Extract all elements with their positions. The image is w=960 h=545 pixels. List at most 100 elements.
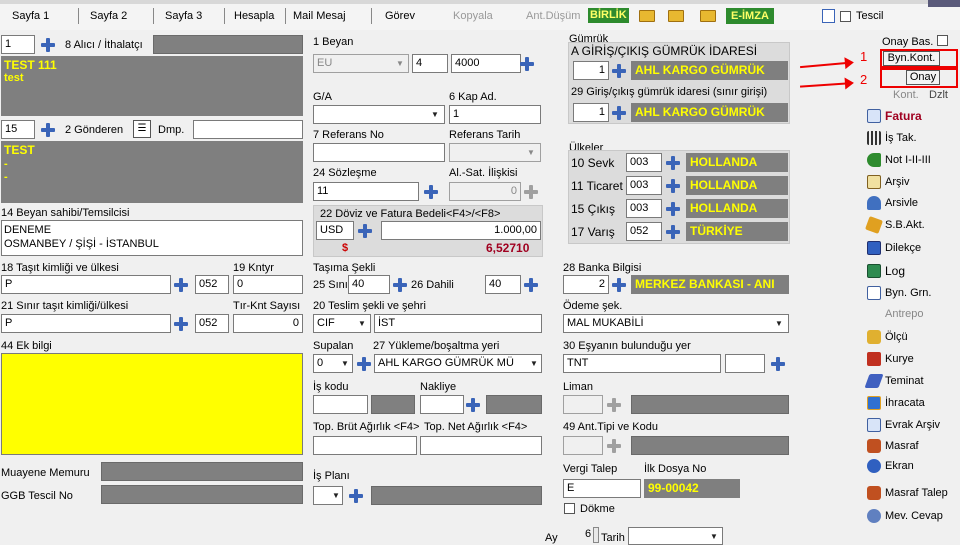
- esya-extra-input[interactable]: [725, 354, 765, 373]
- vergi-input[interactable]: E: [563, 479, 641, 498]
- varis-code-input[interactable]: 052: [626, 222, 662, 241]
- tir-input[interactable]: 0: [233, 314, 303, 333]
- sidebar-item-masraf-talep[interactable]: Masraf Talep: [867, 483, 960, 503]
- tarih-dropdown-icon[interactable]: ▼: [707, 528, 721, 545]
- ticaret-code-input[interactable]: 003: [626, 176, 662, 195]
- sidebar-item-antrepo[interactable]: Antrepo: [867, 304, 960, 324]
- net-input[interactable]: [420, 436, 542, 455]
- supalan-dropdown-icon[interactable]: ▼: [338, 355, 352, 372]
- is-plani-extra[interactable]: [371, 486, 542, 505]
- sidebar-item-dilekce[interactable]: Dilekçe: [867, 238, 960, 258]
- sinirdaki-add-icon[interactable]: [391, 276, 409, 293]
- cikis-add-icon[interactable]: [664, 200, 682, 217]
- sidebar-item-is-tak[interactable]: İş Tak.: [867, 128, 960, 148]
- dahili-input[interactable]: 40: [485, 275, 521, 294]
- yukleme-add-icon[interactable]: [355, 355, 373, 372]
- is-plani-dropdown-icon[interactable]: ▼: [329, 487, 343, 504]
- sidebar-item-evrak-arsiv[interactable]: Evrak Arşiv: [867, 415, 960, 435]
- tasit-add-icon[interactable]: [172, 276, 190, 293]
- is-plani-add-icon[interactable]: [347, 487, 365, 504]
- tab-sayfa-2[interactable]: Sayfa 2: [90, 5, 127, 27]
- odeme-dropdown-icon[interactable]: ▼: [772, 315, 786, 332]
- sinir-tasit-input[interactable]: P: [1, 314, 171, 333]
- beyan-code-input[interactable]: 4000: [451, 54, 521, 73]
- gonderen-list-icon[interactable]: ☰: [133, 120, 151, 138]
- sevk-code-input[interactable]: 003: [626, 153, 662, 172]
- tab-hesapla[interactable]: Hesapla: [234, 5, 274, 27]
- banka-add-icon[interactable]: [610, 276, 628, 293]
- gonderen-code-input[interactable]: 15: [1, 120, 35, 139]
- tasit-input[interactable]: P: [1, 275, 171, 294]
- alici-add-icon[interactable]: [39, 36, 57, 53]
- liman-extra[interactable]: [631, 395, 789, 414]
- gonderen-add-icon[interactable]: [39, 121, 57, 138]
- dmp-input[interactable]: [193, 120, 303, 139]
- sidebar-item-olcu[interactable]: Ölçü: [867, 327, 960, 347]
- giris29-code-input[interactable]: 1: [573, 103, 609, 122]
- varis-add-icon[interactable]: [664, 223, 682, 240]
- nakliye-input[interactable]: [420, 395, 464, 414]
- muayene-field[interactable]: [101, 462, 303, 481]
- birlik-button[interactable]: BİRLİK: [588, 8, 629, 23]
- tescil-checkbox[interactable]: [840, 11, 851, 22]
- giris29-add-icon[interactable]: [610, 104, 628, 121]
- ant-tipi-input[interactable]: [563, 436, 603, 455]
- sidebar-item-not[interactable]: Not I-II-III: [867, 150, 960, 170]
- tab-gorev[interactable]: Görev: [385, 5, 415, 27]
- nakliye-add-icon[interactable]: [464, 396, 482, 413]
- alici-code-input[interactable]: 1: [1, 35, 35, 54]
- al-sat-input[interactable]: 0: [449, 182, 521, 201]
- ant-tipi-add-icon[interactable]: [605, 437, 623, 454]
- sidebar-item-arsiv[interactable]: Arşiv: [867, 172, 960, 192]
- yukleme-select[interactable]: AHL KARGO GÜMRÜK MÜ: [374, 354, 542, 373]
- tab-sayfa-3[interactable]: Sayfa 3: [165, 5, 202, 27]
- banka-code-input[interactable]: 2: [563, 275, 609, 294]
- ga-dropdown-icon[interactable]: ▼: [428, 106, 442, 123]
- sozlesme-input[interactable]: 11: [313, 182, 419, 201]
- giris-code-input[interactable]: 1: [573, 61, 609, 80]
- e-imza-button[interactable]: E-İMZA: [726, 8, 774, 24]
- liman-add-icon[interactable]: [605, 396, 623, 413]
- nakliye-extra[interactable]: [486, 395, 542, 414]
- dahili-add-icon[interactable]: [522, 276, 540, 293]
- kap-input[interactable]: 1: [449, 105, 541, 124]
- beyan-type-dropdown-icon[interactable]: ▼: [393, 55, 407, 72]
- tab-sayfa-1[interactable]: Sayfa 1: [12, 5, 49, 27]
- beyan-num-input[interactable]: 4: [412, 54, 448, 73]
- sidebar-item-arsivle[interactable]: Arsivle: [867, 193, 960, 213]
- beyan-add-icon[interactable]: [518, 55, 536, 72]
- teslim-city-input[interactable]: İST: [374, 314, 542, 333]
- referans-tarih-dropdown-icon[interactable]: ▼: [524, 144, 538, 161]
- sinirdaki-input[interactable]: 40: [348, 275, 390, 294]
- kntyr-input[interactable]: 0: [233, 275, 303, 294]
- sinir-tasit-country-input[interactable]: 052: [195, 314, 229, 333]
- al-sat-add-icon[interactable]: [522, 183, 540, 200]
- yukleme-dropdown-icon[interactable]: ▼: [527, 355, 541, 372]
- sinir-tasit-add-icon[interactable]: [172, 315, 190, 332]
- ay-spinner[interactable]: [593, 527, 599, 543]
- alici-extra-field[interactable]: [153, 35, 303, 54]
- sidebar-item-byn-grn[interactable]: Byn. Grn.: [867, 283, 960, 303]
- tasit-country-input[interactable]: 052: [195, 275, 229, 294]
- sidebar-item-teminat[interactable]: Teminat: [864, 371, 960, 391]
- sidebar-item-fatura[interactable]: Fatura: [867, 106, 960, 126]
- sidebar-item-ihracata[interactable]: İhracata: [867, 393, 960, 413]
- sidebar-item-log[interactable]: Log: [867, 261, 960, 281]
- ticaret-add-icon[interactable]: [664, 177, 682, 194]
- giris-add-icon[interactable]: [610, 62, 628, 79]
- is-kodu-extra[interactable]: [371, 395, 415, 414]
- kopyala-button[interactable]: Kopyala: [453, 5, 493, 27]
- sidebar-item-masraf[interactable]: Masraf: [867, 436, 960, 456]
- tab-mail-mesaj[interactable]: Mail Mesaj: [293, 5, 346, 27]
- esya-input[interactable]: TNT: [563, 354, 721, 373]
- brut-input[interactable]: [313, 436, 417, 455]
- sevk-add-icon[interactable]: [664, 154, 682, 171]
- folder-arrow-icon[interactable]: [700, 10, 716, 22]
- ggb-field[interactable]: [101, 485, 303, 504]
- folder-up-icon[interactable]: [668, 10, 684, 22]
- folder-open-icon[interactable]: [639, 10, 655, 22]
- cikis-code-input[interactable]: 003: [626, 199, 662, 218]
- sidebar-item-ekran[interactable]: Ekran: [867, 456, 960, 476]
- sozlesme-add-icon[interactable]: [422, 183, 440, 200]
- doviz-add-icon[interactable]: [356, 222, 374, 239]
